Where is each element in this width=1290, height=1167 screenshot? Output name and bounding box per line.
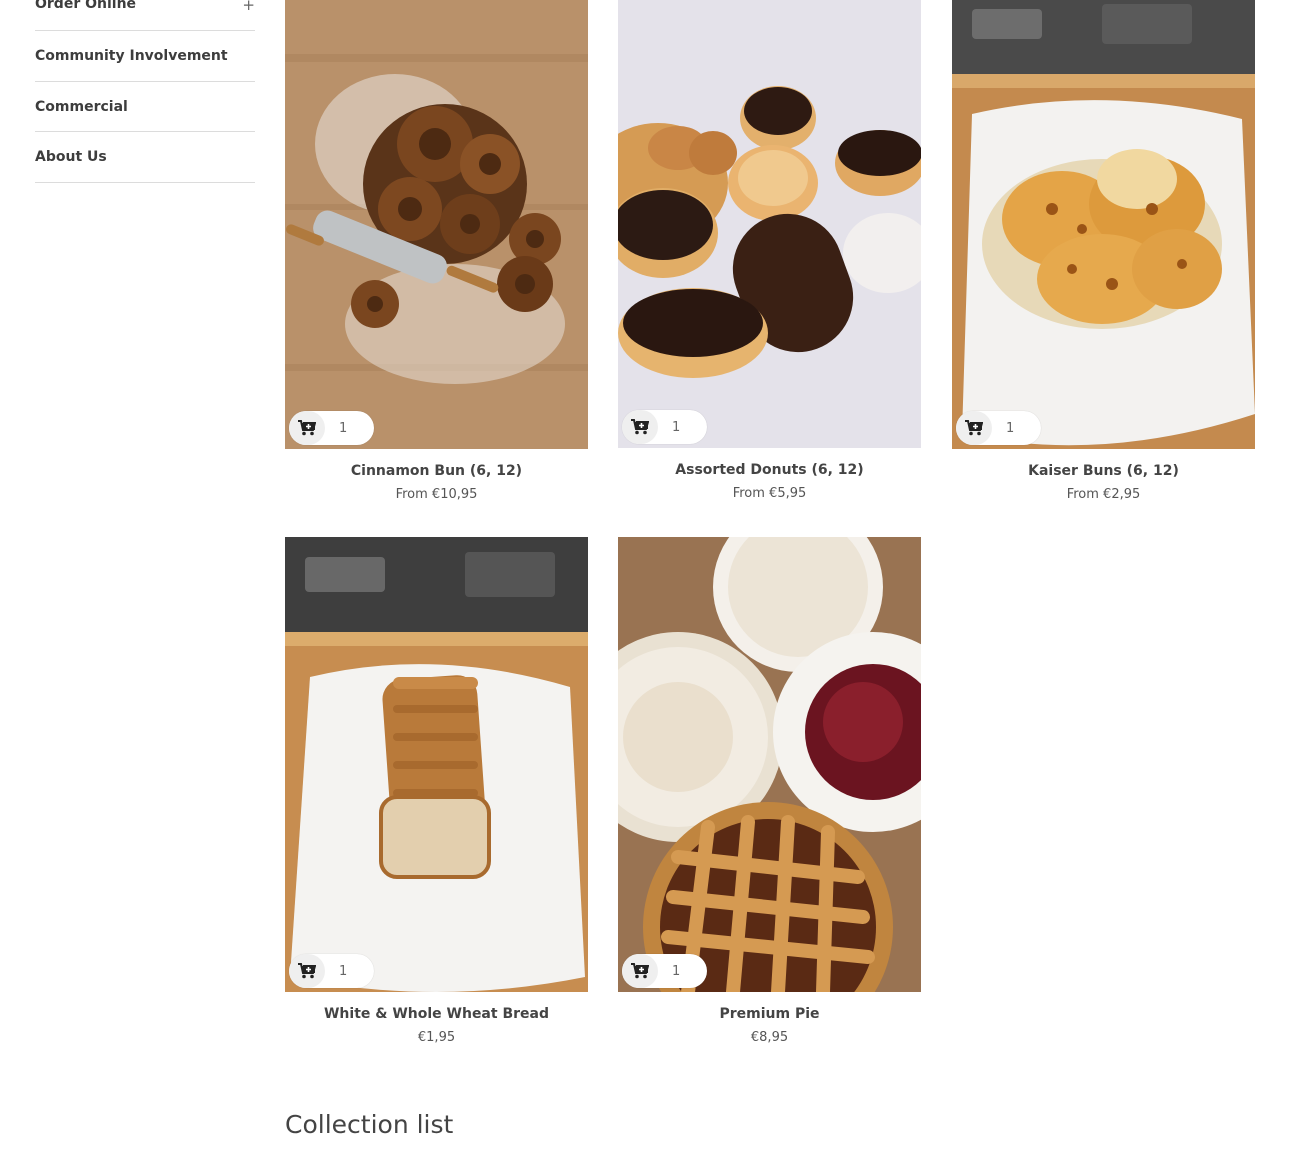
- product-image[interactable]: 1: [952, 0, 1255, 449]
- product-card[interactable]: 1 Kaiser Buns (6, 12) From €2,95: [952, 0, 1255, 502]
- sidebar-item-label: Order Online: [35, 0, 137, 12]
- product-price: From €5,95: [732, 486, 807, 501]
- quantity-picker: 1: [622, 954, 707, 988]
- add-to-cart-button[interactable]: [289, 411, 325, 445]
- quantity-picker: 1: [289, 411, 374, 445]
- quantity-value[interactable]: 1: [672, 420, 680, 435]
- donuts-photo: [618, 0, 921, 448]
- quantity-picker: 1: [956, 411, 1041, 445]
- sidebar-item-commercial[interactable]: Commercial: [35, 82, 255, 132]
- product-title[interactable]: White & Whole Wheat Bread: [285, 1006, 588, 1022]
- cart-plus-icon: [298, 963, 316, 979]
- product-image[interactable]: 1: [285, 537, 588, 992]
- product-card[interactable]: 1 Premium Pie €8,95: [618, 537, 921, 1045]
- expand-plus-icon[interactable]: +: [242, 0, 255, 14]
- add-to-cart-button[interactable]: [622, 410, 658, 444]
- quantity-value[interactable]: 1: [339, 964, 347, 979]
- kaiser-buns-photo: [952, 0, 1255, 449]
- product-price: From €2,95: [1066, 487, 1141, 502]
- quantity-value[interactable]: 1: [672, 964, 680, 979]
- product-title[interactable]: Cinnamon Bun (6, 12): [285, 463, 588, 479]
- product-card[interactable]: 1 White & Whole Wheat Bread €1,95: [285, 537, 588, 1045]
- product-title[interactable]: Kaiser Buns (6, 12): [952, 463, 1255, 479]
- cart-plus-icon: [298, 420, 316, 436]
- product-card[interactable]: 1 Cinnamon Bun (6, 12) From €10,95: [285, 0, 588, 502]
- product-price: €1,95: [417, 1030, 456, 1045]
- collection-list-heading: Collection list: [285, 1110, 454, 1139]
- product-price: €8,95: [750, 1030, 789, 1045]
- sidebar-item-about-us[interactable]: About Us: [35, 132, 255, 183]
- sidebar-item-label: About Us: [35, 149, 107, 165]
- product-image[interactable]: 1: [618, 0, 921, 448]
- sidebar-nav: Order Online + Community Involvement Com…: [35, 0, 255, 183]
- pies-photo: [618, 537, 921, 992]
- product-title[interactable]: Assorted Donuts (6, 12): [618, 462, 921, 478]
- add-to-cart-button[interactable]: [956, 411, 992, 445]
- quantity-picker: 1: [622, 410, 707, 444]
- sidebar-item-label: Commercial: [35, 98, 128, 115]
- cinnamon-bun-photo: [285, 0, 588, 449]
- cart-plus-icon: [631, 963, 649, 979]
- sidebar-item-order-online[interactable]: Order Online +: [35, 0, 255, 31]
- bread-loaf-photo: [285, 537, 588, 992]
- add-to-cart-button[interactable]: [289, 954, 325, 988]
- product-image[interactable]: 1: [285, 0, 588, 449]
- sidebar-item-community-involvement[interactable]: Community Involvement: [35, 31, 255, 82]
- sidebar-item-label: Community Involvement: [35, 48, 228, 64]
- quantity-value[interactable]: 1: [339, 421, 347, 436]
- quantity-picker: 1: [289, 954, 374, 988]
- cart-plus-icon: [965, 420, 983, 436]
- product-title[interactable]: Premium Pie: [618, 1006, 921, 1022]
- page: Order Online + Community Involvement Com…: [0, 0, 1290, 1167]
- product-image[interactable]: 1: [618, 537, 921, 992]
- product-price: From €10,95: [395, 487, 478, 502]
- cart-plus-icon: [631, 419, 649, 435]
- add-to-cart-button[interactable]: [622, 954, 658, 988]
- quantity-value[interactable]: 1: [1006, 421, 1014, 436]
- product-card[interactable]: 1 Assorted Donuts (6, 12) From €5,95: [618, 0, 921, 501]
